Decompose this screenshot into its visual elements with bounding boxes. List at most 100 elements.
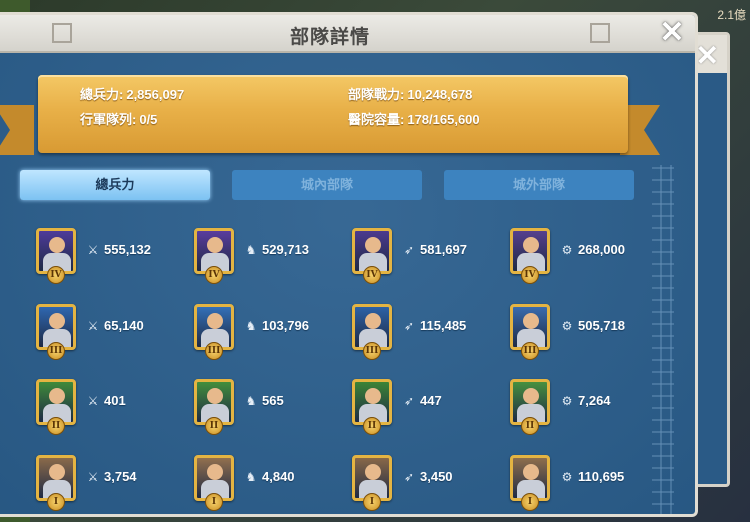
portrait-face: [365, 313, 381, 329]
total-power-label: 總兵力:: [80, 87, 124, 102]
troop-entry[interactable]: III ⚔ 65,140: [36, 304, 186, 364]
tier-badge: II: [521, 417, 539, 435]
troop-count: 7,264: [578, 393, 611, 408]
tier-badge: II: [205, 417, 223, 435]
troop-count: 65,140: [104, 318, 144, 333]
archer-icon: ➶: [403, 394, 415, 408]
cavalry-icon: ♞: [245, 319, 257, 333]
march-queue-label: 行軍隊列:: [80, 112, 137, 127]
portrait-face: [365, 464, 381, 480]
march-queue-stat: 行軍隊列: 0/5: [80, 109, 157, 128]
troop-power-value: 10,248,678: [407, 87, 473, 102]
portrait-face: [523, 388, 539, 404]
troop-count: 581,697: [420, 242, 467, 257]
tier-badge: I: [363, 493, 381, 511]
siege-icon: ⚙: [561, 243, 573, 257]
portrait-face: [49, 464, 65, 480]
cavalry-icon: ♞: [245, 243, 257, 257]
siege-icon: ⚙: [561, 319, 573, 333]
tier-badge: IV: [47, 266, 65, 284]
infantry-icon: ⚔: [87, 470, 99, 484]
infantry-icon: ⚔: [87, 243, 99, 257]
portrait-face: [523, 237, 539, 253]
portrait-face: [523, 313, 539, 329]
tier-badge: II: [47, 417, 65, 435]
portrait-face: [207, 388, 223, 404]
archer-icon: ➶: [403, 319, 415, 333]
troop-count: 565: [262, 393, 284, 408]
troop-count: 529,713: [262, 242, 309, 257]
ribbon-tail-left: [0, 105, 34, 155]
troop-entry[interactable]: IV ⚔ 555,132: [36, 228, 186, 288]
tier-badge: IV: [205, 266, 223, 284]
title-bar: 部隊詳情 ✕: [0, 15, 695, 53]
portrait-face: [49, 313, 65, 329]
tab-troops-outside-city[interactable]: 城外部隊: [444, 170, 634, 200]
tier-badge: III: [47, 342, 65, 360]
tier-badge: III: [205, 342, 223, 360]
close-button[interactable]: ✕: [656, 17, 688, 49]
siege-icon: ⚙: [561, 394, 573, 408]
total-power-value: 2,856,097: [126, 87, 185, 102]
tier-badge: I: [205, 493, 223, 511]
troop-entry[interactable]: III ♞ 103,796: [194, 304, 344, 364]
tier-badge: IV: [363, 266, 381, 284]
troop-entry[interactable]: I ⚙ 110,695: [510, 455, 660, 514]
corner-value: 2.1億: [717, 8, 746, 22]
tier-badge: I: [521, 493, 539, 511]
portrait-face: [207, 464, 223, 480]
cavalry-icon: ♞: [245, 470, 257, 484]
portrait-face: [207, 313, 223, 329]
portrait-face: [49, 388, 65, 404]
tier-badge: III: [521, 342, 539, 360]
infantry-icon: ⚔: [87, 394, 99, 408]
portrait-face: [365, 237, 381, 253]
tier-badge: II: [363, 417, 381, 435]
tab-troops-in-city[interactable]: 城內部隊: [232, 170, 422, 200]
portrait-face: [207, 237, 223, 253]
tier-badge: IV: [521, 266, 539, 284]
troop-power-stat: 部隊戰力: 10,248,678: [348, 84, 472, 103]
troop-count: 401: [104, 393, 126, 408]
siege-icon: ⚙: [561, 470, 573, 484]
troop-entry[interactable]: IV ⚙ 268,000: [510, 228, 660, 288]
troop-entry[interactable]: IV ♞ 529,713: [194, 228, 344, 288]
troop-count: 4,840: [262, 469, 295, 484]
troop-entry[interactable]: II ♞ 565: [194, 379, 344, 439]
archer-icon: ➶: [403, 243, 415, 257]
troop-entry[interactable]: II ⚙ 7,264: [510, 379, 660, 439]
tier-badge: I: [47, 493, 65, 511]
archer-icon: ➶: [403, 470, 415, 484]
cavalry-icon: ♞: [245, 394, 257, 408]
tab-total-troops[interactable]: 總兵力: [20, 170, 210, 200]
troop-entry[interactable]: III ⚙ 505,718: [510, 304, 660, 364]
troop-count: 555,132: [104, 242, 151, 257]
troop-count: 103,796: [262, 318, 309, 333]
troop-entry[interactable]: III ➶ 115,485: [352, 304, 502, 364]
total-power-stat: 總兵力: 2,856,097: [80, 84, 184, 103]
troop-count: 3,450: [420, 469, 453, 484]
march-queue-value: 0/5: [139, 112, 158, 127]
troop-entry[interactable]: II ⚔ 401: [36, 379, 186, 439]
troop-entry[interactable]: II ➶ 447: [352, 379, 502, 439]
troop-count: 447: [420, 393, 442, 408]
troop-count: 110,695: [578, 469, 625, 484]
hospital-capacity-value: 178/165,600: [407, 112, 480, 127]
troop-count: 3,754: [104, 469, 137, 484]
portrait-face: [365, 388, 381, 404]
portrait-face: [49, 237, 65, 253]
infantry-icon: ⚔: [87, 319, 99, 333]
troop-entry[interactable]: IV ➶ 581,697: [352, 228, 502, 288]
troop-details-window: 部隊詳情 ✕ 總兵力: 2,856,097 行軍隊列: 0/5 部隊戰力: 10,24…: [0, 12, 698, 517]
troop-entry[interactable]: I ♞ 4,840: [194, 455, 344, 514]
hospital-capacity-stat: 醫院容量: 178/165,600: [348, 109, 480, 128]
summary-banner: 總兵力: 2,856,097 行軍隊列: 0/5 部隊戰力: 10,248,678 醫…: [38, 75, 628, 153]
portrait-face: [523, 464, 539, 480]
troop-entry[interactable]: I ⚔ 3,754: [36, 455, 186, 514]
tier-badge: III: [363, 342, 381, 360]
troop-power-label: 部隊戰力:: [348, 87, 405, 102]
troop-entry[interactable]: I ➶ 3,450: [352, 455, 502, 514]
hospital-capacity-label: 醫院容量:: [348, 112, 405, 127]
troop-count: 505,718: [578, 318, 625, 333]
background-close-icon[interactable]: ✕: [696, 39, 719, 72]
